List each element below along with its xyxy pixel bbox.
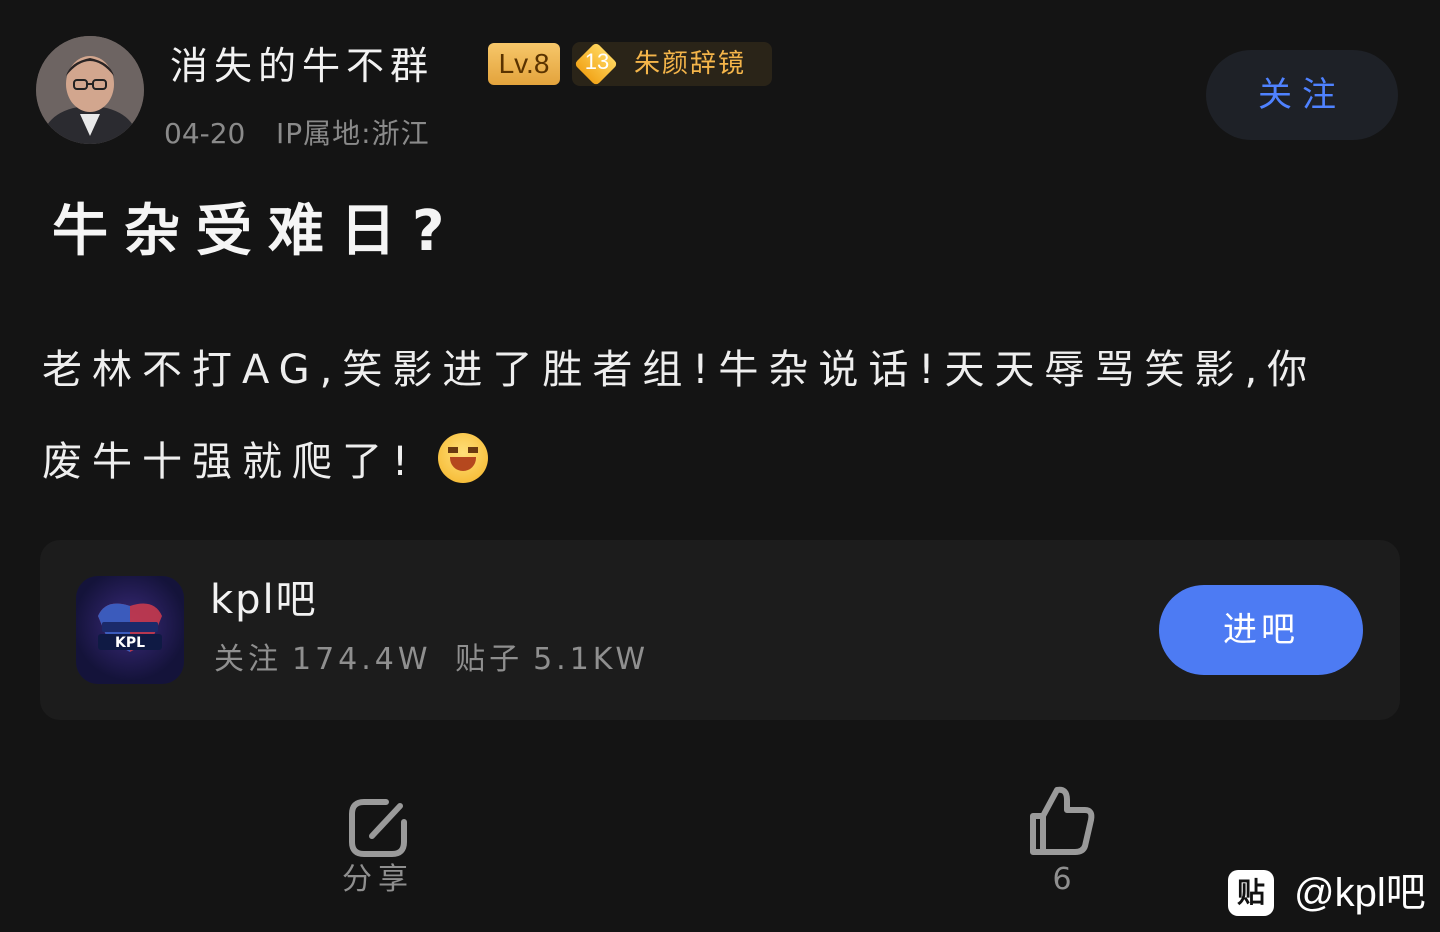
- forum-card[interactable]: KPL kpl吧 关注 174.4W 贴子 5.1KW 进吧: [40, 540, 1400, 720]
- posts-count: 5.1KW: [533, 642, 650, 677]
- like-count: 6: [1052, 862, 1072, 897]
- follow-button[interactable]: 关注: [1206, 50, 1398, 140]
- post-title: 牛杂受难日?: [52, 199, 461, 264]
- share-button[interactable]: 分享: [330, 796, 426, 900]
- like-button[interactable]: 6: [1014, 784, 1110, 900]
- level-badge: Lv.8: [488, 43, 560, 85]
- author-avatar[interactable]: [36, 36, 144, 144]
- person-icon: [36, 36, 144, 144]
- share-icon: [349, 799, 407, 857]
- followers-count: 174.4W: [292, 642, 432, 677]
- enter-forum-button[interactable]: 进吧: [1159, 585, 1363, 675]
- honor-title: 朱颜辞镜: [634, 49, 747, 79]
- honor-level: 13: [584, 49, 610, 74]
- svg-text:KPL: KPL: [115, 635, 145, 651]
- posts-label: 贴子: [455, 642, 524, 677]
- post-detail-page: 消失的牛不群 Lv.8 13 朱颜辞镜 04-20 IP属地:浙江 关注 牛杂受…: [0, 0, 1440, 932]
- post-body: 老林不打AG,笑影进了胜者组!牛杂说话!天天辱骂笑影,你废牛十强就爬了!: [42, 324, 1362, 508]
- post-date: 04-20: [164, 117, 246, 150]
- post-body-text: 老林不打AG,笑影进了胜者组!牛杂说话!天天辱骂笑影,你废牛十强就爬了!: [42, 347, 1318, 485]
- share-label: 分享: [342, 862, 414, 897]
- forum-stats: 关注 174.4W 贴子 5.1KW: [214, 640, 659, 680]
- ip-location: IP属地:浙江: [276, 117, 430, 150]
- watermark-text: @kpl吧: [1294, 871, 1426, 915]
- honor-badge: 13 朱颜辞镜: [572, 41, 772, 87]
- author-name[interactable]: 消失的牛不群: [170, 42, 434, 90]
- kpl-logo-icon: KPL: [76, 576, 184, 684]
- forum-name: kpl吧: [210, 577, 318, 623]
- tieba-logo-icon: 贴: [1228, 870, 1274, 916]
- followers-label: 关注: [214, 642, 282, 677]
- laughing-emoji-icon: [438, 433, 489, 483]
- thumbs-up-icon: [1030, 786, 1095, 855]
